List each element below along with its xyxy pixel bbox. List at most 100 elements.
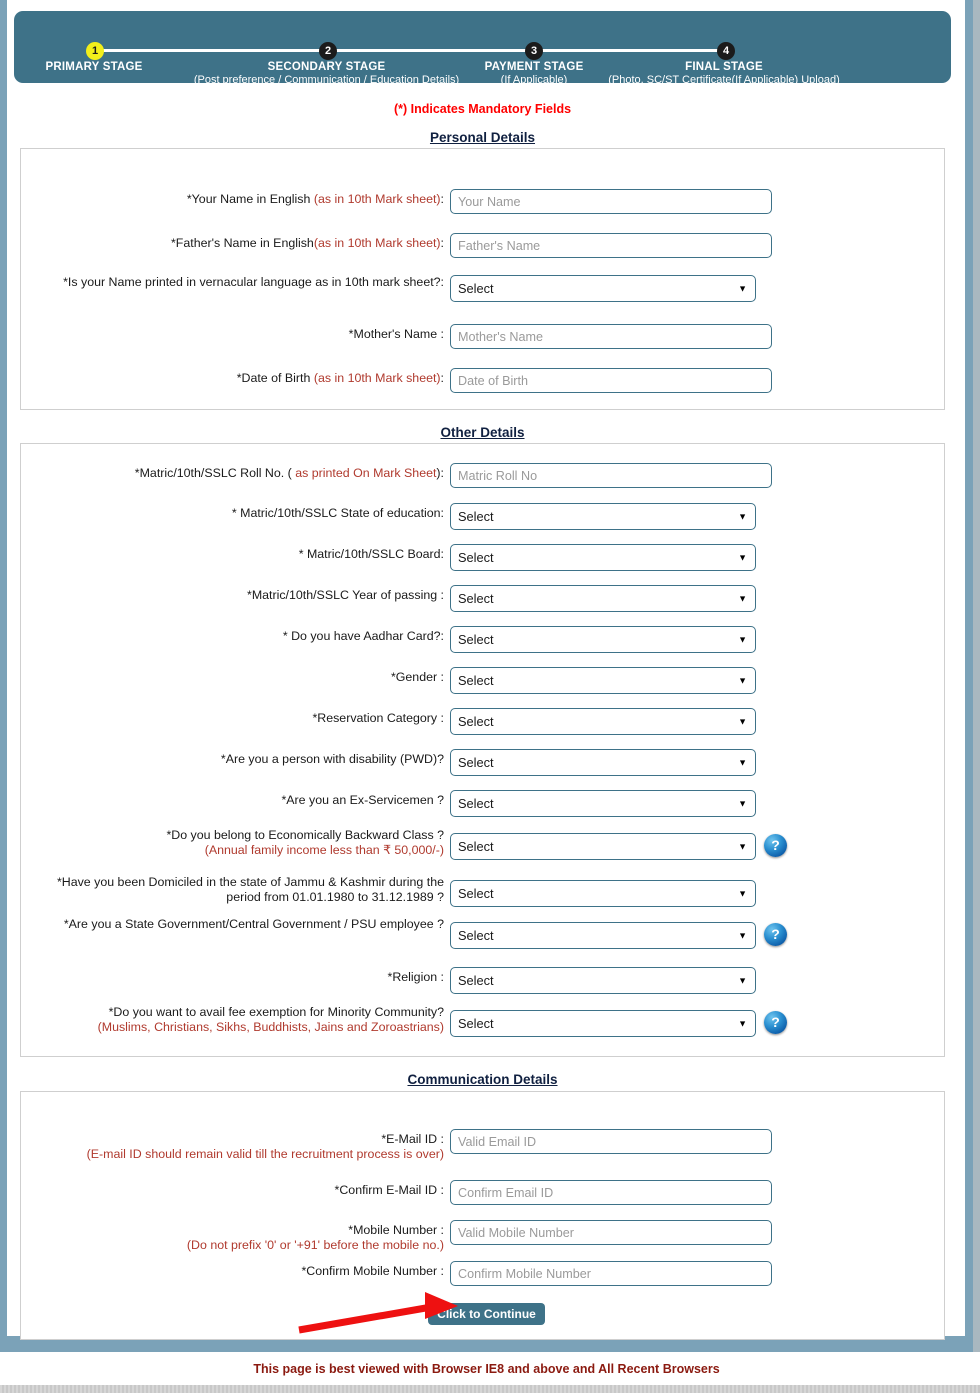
ebc-value: Select (458, 839, 494, 854)
label-gender: *Gender : (390, 670, 444, 684)
ex-servicemen-select[interactable]: Select ▼ (450, 790, 756, 817)
reservation-category-value: Select (458, 714, 494, 729)
confirm-mobile-input[interactable] (450, 1261, 772, 1286)
vernacular-name-select-value: Select (458, 281, 494, 296)
stage-node-2[interactable]: 2 (319, 42, 337, 60)
label-dob-hint: (as in 10th Mark sheet) (313, 371, 441, 385)
control-confirm-mobile (450, 1261, 772, 1286)
control-matric-board: Select ▼ (450, 544, 756, 571)
label-ebc-main: *Do you belong to Economically Backward … (166, 828, 444, 842)
control-fathers-name (450, 233, 772, 258)
stage-title-4: FINAL STAGE (685, 61, 763, 73)
form-row-your-name: *Your Name in English (as in 10th Mark s… (21, 189, 946, 214)
your-name-input[interactable] (450, 189, 772, 214)
stage-sub-4: (Photo, SC/ST Certificate(If Applicable)… (608, 74, 840, 86)
form-row-year-of-passing: *Matric/10th/SSLC Year of passing : Sele… (21, 585, 946, 612)
chevron-down-icon: ▼ (738, 888, 747, 898)
form-row-fathers-name: *Father's Name in English(as in 10th Mar… (21, 233, 946, 258)
label-your-name: *Your Name in English (as in 10th Mark s… (21, 189, 444, 207)
label-mothers-name-main: *Mother's Name : (348, 327, 444, 341)
section-heading-other-wrap: Other Details (0, 425, 965, 440)
stage-node-4[interactable]: 4 (717, 42, 735, 60)
state-of-education-value: Select (458, 509, 494, 524)
date-of-birth-input[interactable] (450, 368, 772, 393)
help-icon-govt-employee[interactable]: ? (764, 923, 787, 946)
control-vernacular-name: Select ▼ (450, 275, 756, 302)
form-row-pwd: *Are you a person with disability (PWD)?… (21, 749, 946, 776)
label-dob-tail: : (440, 371, 444, 385)
label-ebc-hint: (Annual family income less than ₹ 50,000… (204, 843, 444, 857)
control-state-of-education: Select ▼ (450, 503, 756, 530)
form-row-confirm-mobile: *Confirm Mobile Number : (21, 1261, 946, 1286)
matric-roll-no-input[interactable] (450, 463, 772, 488)
help-icon-ebc[interactable]: ? (764, 834, 787, 857)
label-email-main: *E-Mail ID : (381, 1132, 444, 1146)
chevron-down-icon: ▼ (738, 930, 747, 940)
stage-label-4: FINAL STAGE (Photo, SC/ST Certificate(If… (474, 61, 974, 86)
mothers-name-input[interactable] (450, 324, 772, 349)
control-minority-fee-exemption: Select ▼ ? (450, 1010, 787, 1037)
pwd-select[interactable]: Select ▼ (450, 749, 756, 776)
vernacular-name-select[interactable]: Select ▼ (450, 275, 756, 302)
control-your-name (450, 189, 772, 214)
label-govt-employee: *Are you a State Government/Central Gove… (63, 917, 444, 931)
stage-node-3[interactable]: 3 (525, 42, 543, 60)
fathers-name-input[interactable] (450, 233, 772, 258)
govt-employee-value: Select (458, 928, 494, 943)
govt-employee-select[interactable]: Select ▼ (450, 922, 756, 949)
label-fathers-name-tail: : (440, 236, 444, 250)
email-input[interactable] (450, 1129, 772, 1154)
religion-value: Select (458, 973, 494, 988)
form-row-ebc: *Do you belong to Economically Backward … (21, 825, 946, 860)
chevron-down-icon: ▼ (738, 757, 747, 767)
confirm-email-input[interactable] (450, 1180, 772, 1205)
section-heading-personal: Personal Details (429, 130, 536, 145)
stage-connector-line (95, 49, 731, 52)
ex-servicemen-value: Select (458, 796, 494, 811)
control-confirm-email (450, 1180, 772, 1205)
section-heading-personal-wrap: Personal Details (0, 130, 965, 145)
religion-select[interactable]: Select ▼ (450, 967, 756, 994)
section-heading-communication-wrap: Communication Details (0, 1072, 965, 1087)
control-aadhar-card: Select ▼ (450, 626, 756, 653)
control-mothers-name (450, 324, 772, 349)
mobile-input[interactable] (450, 1220, 772, 1245)
label-confirm-mobile: *Confirm Mobile Number : (301, 1264, 444, 1278)
label-minority-fee-exemption: *Do you want to avail fee exemption for … (21, 1002, 444, 1035)
ebc-select[interactable]: Select ▼ (450, 833, 756, 860)
state-of-education-select[interactable]: Select ▼ (450, 503, 756, 530)
help-icon-minority[interactable]: ? (764, 1011, 787, 1034)
footer-browser-note: This page is best viewed with Browser IE… (253, 1362, 720, 1376)
control-matric-roll-no (450, 463, 772, 488)
section-heading-other: Other Details (440, 425, 525, 440)
aadhar-card-select[interactable]: Select ▼ (450, 626, 756, 653)
form-row-confirm-email: *Confirm E-Mail ID : (21, 1180, 946, 1205)
click-to-continue-button[interactable]: Click to Continue (428, 1303, 545, 1325)
reservation-category-select[interactable]: Select ▼ (450, 708, 756, 735)
label-confirm-email: *Confirm E-Mail ID : (334, 1183, 444, 1197)
stage-node-1[interactable]: 1 (86, 42, 104, 60)
jk-domicile-select[interactable]: Select ▼ (450, 880, 756, 907)
year-of-passing-select[interactable]: Select ▼ (450, 585, 756, 612)
mandatory-fields-note: (*) Indicates Mandatory Fields (393, 102, 572, 116)
chevron-down-icon: ▼ (738, 1018, 747, 1028)
label-matric-board: * Matric/10th/SSLC Board: (298, 547, 444, 561)
matric-board-select[interactable]: Select ▼ (450, 544, 756, 571)
label-mobile: *Mobile Number : (Do not prefix '0' or '… (21, 1220, 444, 1253)
minority-fee-exemption-select[interactable]: Select ▼ (450, 1010, 756, 1037)
control-reservation-category: Select ▼ (450, 708, 756, 735)
form-row-state-of-education: * Matric/10th/SSLC State of education: S… (21, 503, 946, 530)
form-row-date-of-birth: *Date of Birth (as in 10th Mark sheet): (21, 368, 946, 393)
label-reservation-category: *Reservation Category : (312, 711, 444, 725)
section-heading-communication: Communication Details (407, 1072, 558, 1087)
personal-details-box: *Your Name in English (as in 10th Mark s… (20, 148, 945, 410)
control-year-of-passing: Select ▼ (450, 585, 756, 612)
control-mobile (450, 1220, 772, 1245)
form-row-email: *E-Mail ID : (E-mail ID should remain va… (21, 1129, 946, 1162)
form-row-ex-servicemen: *Are you an Ex-Servicemen ? Select ▼ (21, 790, 946, 817)
gender-select[interactable]: Select ▼ (450, 667, 756, 694)
label-matric-roll-tail: ): (436, 466, 444, 480)
label-email-hint: (E-mail ID should remain valid till the … (86, 1147, 444, 1161)
chevron-down-icon: ▼ (738, 716, 747, 726)
control-govt-employee: Select ▼ ? (450, 922, 787, 949)
